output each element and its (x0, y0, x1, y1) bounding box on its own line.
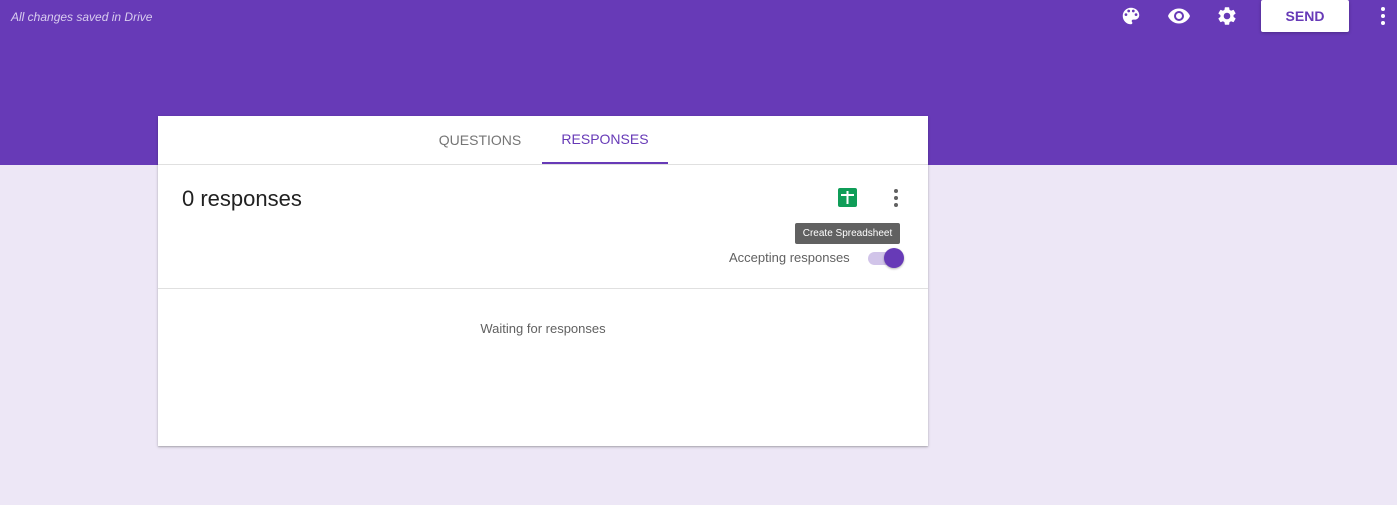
tab-responses[interactable]: RESPONSES (542, 116, 668, 164)
spreadsheet-icon[interactable] (838, 188, 857, 207)
send-button[interactable]: SEND (1261, 0, 1349, 32)
response-count-title: 0 responses (182, 186, 302, 211)
save-status: All changes saved in Drive (11, 10, 153, 24)
palette-icon[interactable] (1119, 4, 1143, 28)
gear-icon[interactable] (1215, 4, 1239, 28)
more-vert-icon[interactable] (1371, 4, 1395, 28)
tab-questions[interactable]: QUESTIONS (417, 116, 543, 164)
tab-bar: QUESTIONS RESPONSES (158, 116, 928, 165)
more-options-icon[interactable] (884, 186, 908, 210)
accepting-responses-toggle[interactable] (866, 247, 906, 269)
divider (158, 288, 928, 289)
responses-card: QUESTIONS RESPONSES 0 responses Create S… (158, 116, 928, 446)
accepting-responses-label: Accepting responses (729, 250, 850, 265)
toggle-thumb (884, 248, 904, 268)
create-spreadsheet-tooltip: Create Spreadsheet (795, 223, 900, 244)
empty-state-message: Waiting for responses (480, 321, 606, 336)
eye-icon[interactable] (1167, 4, 1191, 28)
